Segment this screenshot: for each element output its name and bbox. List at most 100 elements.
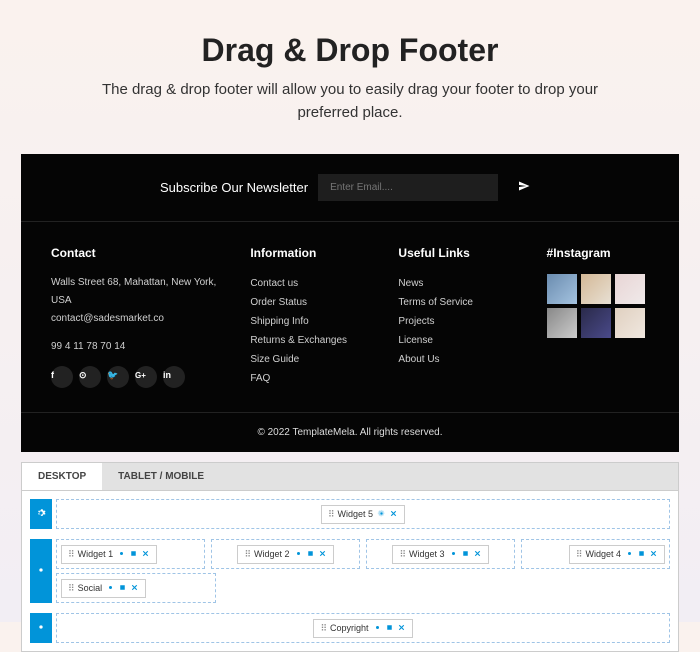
gear-icon[interactable] [106,583,115,594]
row-settings-button[interactable] [30,613,52,643]
tab-tablet-mobile[interactable]: TABLET / MOBILE [102,463,220,490]
close-icon[interactable] [389,509,398,520]
close-icon[interactable] [130,583,139,594]
widget-chip-copyright[interactable]: ⠿ Copyright [313,619,412,638]
duplicate-icon[interactable] [385,623,394,634]
gear-icon[interactable] [449,549,458,560]
gear-icon[interactable] [377,509,386,520]
drag-handle-icon: ⠿ [328,509,334,520]
link-terms[interactable]: Terms of Service [398,293,526,312]
link-projects[interactable]: Projects [398,312,526,331]
builder-cell[interactable]: ⠿ Social [56,573,216,603]
footer-col-contact: Contact Walls Street 68, Mahattan, New Y… [51,246,230,388]
linkedin-icon[interactable]: in [163,366,185,388]
widget-chip-widget4[interactable]: ⠿ Widget 4 [569,545,665,564]
duplicate-icon[interactable] [118,583,127,594]
drag-handle-icon: ⠿ [68,549,74,560]
google-plus-icon[interactable]: G+ [135,366,157,388]
widget-chip-widget3[interactable]: ⠿ Widget 3 [392,545,488,564]
builder-cell[interactable]: ⠿ Widget 1 [56,539,205,569]
drag-handle-icon: ⠿ [68,583,74,594]
copyright-text: © 2022 TemplateMela. All rights reserved… [21,412,679,452]
builder-cell[interactable]: ⠿ Widget 5 [56,499,670,529]
row-settings-button[interactable] [30,539,52,603]
drag-handle-icon: ⠿ [244,549,250,560]
paper-plane-icon [518,180,530,195]
gear-icon[interactable] [294,549,303,560]
link-size-guide[interactable]: Size Guide [250,350,378,369]
instagram-icon[interactable]: ⊙ [79,366,101,388]
link-faq[interactable]: FAQ [250,369,378,388]
close-icon[interactable] [649,549,658,560]
row-settings-button[interactable] [30,499,52,529]
tab-desktop[interactable]: DESKTOP [22,463,102,490]
builder-cell[interactable]: ⠿ Widget 4 [521,539,670,569]
useful-links-heading: Useful Links [398,246,526,260]
duplicate-icon[interactable] [129,549,138,560]
gear-icon[interactable] [373,623,382,634]
twitter-icon[interactable]: 🐦 [107,366,129,388]
footer-col-useful-links: Useful Links News Terms of Service Proje… [398,246,526,388]
gear-icon[interactable] [117,549,126,560]
builder-cell[interactable]: ⠿ Widget 2 [211,539,360,569]
gear-icon [36,562,46,580]
link-news[interactable]: News [398,274,526,293]
gear-icon[interactable] [625,549,634,560]
instagram-thumb[interactable] [547,308,577,338]
builder-row: ⠿ Widget 5 [30,499,670,529]
builder-row: ⠿ Copyright [30,613,670,643]
builder-cell[interactable]: ⠿ Widget 3 [366,539,515,569]
chip-label: Widget 2 [254,549,290,559]
footer-builder: DESKTOP TABLET / MOBILE ⠿ Widget 5 [21,462,679,652]
instagram-heading: #Instagram [547,246,649,260]
instagram-thumb[interactable] [615,308,645,338]
chip-label: Widget 3 [409,549,445,559]
chip-label: Widget 4 [585,549,621,559]
instagram-thumb[interactable] [581,308,611,338]
chip-label: Widget 5 [338,509,374,519]
builder-cell[interactable]: ⠿ Copyright [56,613,670,643]
builder-tabs: DESKTOP TABLET / MOBILE [21,462,679,491]
newsletter-submit-button[interactable] [508,174,540,201]
footer-col-instagram: #Instagram [547,246,649,388]
drag-handle-icon: ⠿ [320,623,326,634]
footer-col-information: Information Contact us Order Status Ship… [250,246,378,388]
widget-chip-social[interactable]: ⠿ Social [61,579,146,598]
chip-label: Copyright [330,623,369,633]
contact-email: contact@sadesmarket.co [51,310,230,328]
page-title: Drag & Drop Footer [0,0,700,79]
link-about-us[interactable]: About Us [398,350,526,369]
gear-icon [36,505,46,523]
link-license[interactable]: License [398,331,526,350]
instagram-thumb[interactable] [581,274,611,304]
footer-preview: Subscribe Our Newsletter Contact Walls S… [21,154,679,452]
contact-heading: Contact [51,246,230,260]
close-icon[interactable] [473,549,482,560]
instagram-thumb[interactable] [547,274,577,304]
link-order-status[interactable]: Order Status [250,293,378,312]
link-shipping-info[interactable]: Shipping Info [250,312,378,331]
contact-address: Walls Street 68, Mahattan, New York, USA [51,274,230,310]
chip-label: Social [78,583,103,593]
link-contact-us[interactable]: Contact us [250,274,378,293]
widget-chip-widget5[interactable]: ⠿ Widget 5 [321,505,405,524]
duplicate-icon[interactable] [461,549,470,560]
drag-handle-icon: ⠿ [399,549,405,560]
page-subtitle: The drag & drop footer will allow you to… [0,79,700,154]
close-icon[interactable] [318,549,327,560]
close-icon[interactable] [397,623,406,634]
link-returns-exchanges[interactable]: Returns & Exchanges [250,331,378,350]
widget-chip-widget2[interactable]: ⠿ Widget 2 [237,545,333,564]
widget-chip-widget1[interactable]: ⠿ Widget 1 [61,545,157,564]
chip-label: Widget 1 [78,549,114,559]
newsletter-email-input[interactable] [318,174,498,201]
newsletter-label: Subscribe Our Newsletter [160,180,308,195]
contact-phone: 99 4 11 78 70 14 [51,338,230,356]
duplicate-icon[interactable] [637,549,646,560]
information-heading: Information [250,246,378,260]
instagram-thumb[interactable] [615,274,645,304]
drag-handle-icon: ⠿ [576,549,582,560]
facebook-icon[interactable]: f [51,366,73,388]
duplicate-icon[interactable] [306,549,315,560]
close-icon[interactable] [141,549,150,560]
